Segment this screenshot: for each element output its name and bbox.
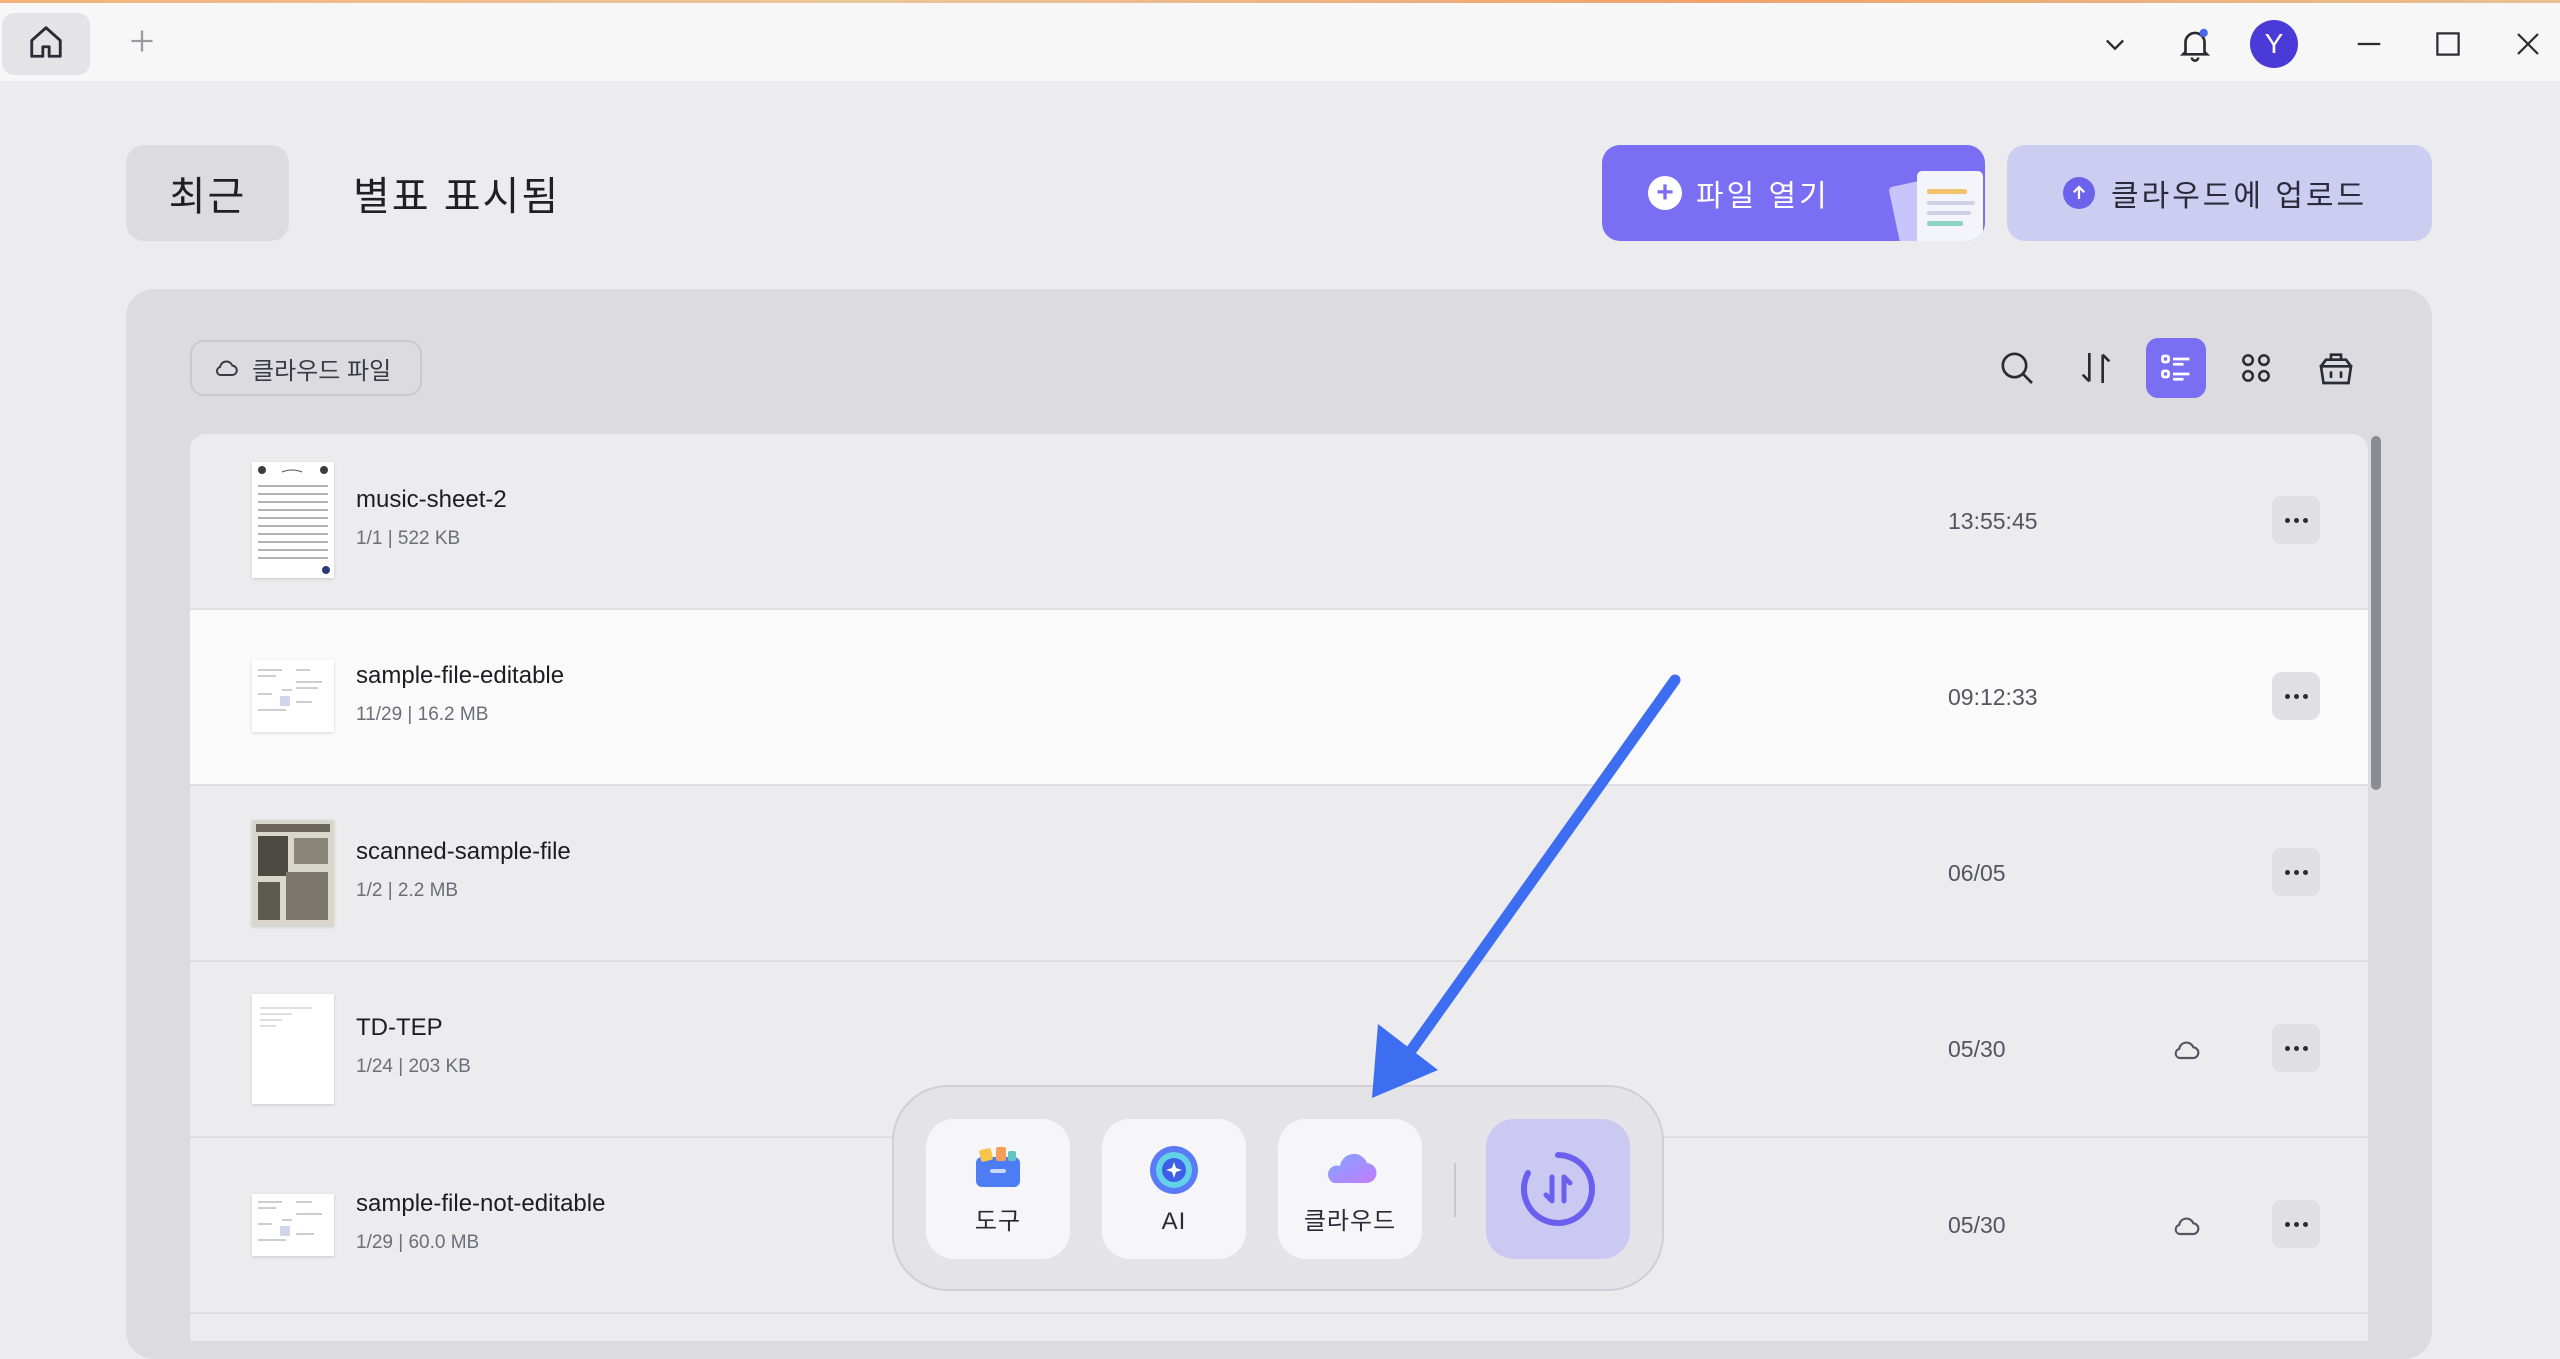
table-row[interactable]: scanned-sample-file 1/2 | 2.2 MB 06/05 bbox=[190, 786, 2368, 962]
file-thumbnail bbox=[252, 660, 334, 732]
avatar[interactable]: Y bbox=[2250, 20, 2298, 68]
convert-icon bbox=[1521, 1152, 1595, 1226]
tab-recent-label: 최근 bbox=[168, 175, 247, 219]
upload-cloud-label: 클라우드에 업로드 bbox=[2111, 180, 2368, 213]
home-icon bbox=[27, 23, 65, 66]
file-time: 13:55:45 bbox=[1948, 508, 2038, 534]
more-options-button[interactable] bbox=[2272, 672, 2320, 720]
title-bar: Y bbox=[0, 3, 2560, 81]
tab-recent[interactable]: 최근 bbox=[126, 145, 289, 241]
toolbox-icon bbox=[976, 1146, 1020, 1187]
more-options-button[interactable] bbox=[2272, 496, 2320, 544]
chevron-down-icon[interactable] bbox=[2092, 21, 2138, 67]
cloud-icon bbox=[2170, 1210, 2202, 1247]
scrollbar[interactable] bbox=[2371, 436, 2381, 790]
more-options-button[interactable] bbox=[2272, 848, 2320, 896]
dock-divider bbox=[1454, 1163, 1456, 1217]
file-meta: 1/1 | 522 KB bbox=[356, 528, 461, 549]
plus-icon bbox=[128, 27, 156, 60]
file-name[interactable]: music-sheet-2 bbox=[356, 486, 507, 514]
ai-orb-icon bbox=[1150, 1146, 1198, 1194]
tab-starred[interactable]: 별표 표시됨 bbox=[353, 145, 560, 241]
close-icon[interactable] bbox=[2505, 21, 2551, 67]
sort-icon[interactable] bbox=[2066, 338, 2126, 398]
table-row[interactable]: sample-file-editable 11/29 | 16.2 MB 09:… bbox=[190, 610, 2368, 786]
more-options-button[interactable] bbox=[2272, 1200, 2320, 1248]
bell-icon[interactable] bbox=[2172, 21, 2218, 67]
documents-illustration-icon bbox=[1889, 171, 1983, 241]
minimize-icon[interactable] bbox=[2346, 21, 2392, 67]
file-meta: 1/29 | 60.0 MB bbox=[356, 1232, 480, 1253]
file-name[interactable]: TD-TEP bbox=[356, 1014, 443, 1042]
file-name[interactable]: sample-file-not-editable bbox=[356, 1190, 605, 1218]
table-row[interactable]: music-sheet-2 1/1 | 522 KB 13:55:45 bbox=[190, 434, 2368, 610]
dock-tools-label: 도구 bbox=[974, 1207, 1022, 1235]
cloud-files-filter[interactable]: 클라우드 파일 bbox=[190, 340, 422, 396]
dock-convert-button[interactable] bbox=[1486, 1119, 1630, 1259]
dock-tools-button[interactable]: 도구 bbox=[926, 1119, 1070, 1259]
file-thumbnail bbox=[252, 994, 334, 1104]
grid-view-icon[interactable] bbox=[2226, 338, 2286, 398]
dock-ai-label: AI bbox=[1161, 1208, 1187, 1235]
file-meta: 11/29 | 16.2 MB bbox=[356, 704, 489, 725]
open-file-label: 파일 열기 bbox=[1696, 180, 1830, 213]
basket-icon[interactable] bbox=[2306, 338, 2366, 398]
avatar-initial: Y bbox=[2264, 28, 2284, 59]
bottom-dock: 도구 AI 클라우드 bbox=[892, 1085, 1664, 1291]
plus-circle-icon: + bbox=[1648, 176, 1682, 210]
file-time: 05/30 bbox=[1948, 1212, 2006, 1238]
cloud-icon bbox=[1327, 1153, 1377, 1183]
file-meta: 1/2 | 2.2 MB bbox=[356, 880, 459, 901]
tab-starred-label: 별표 표시됨 bbox=[353, 175, 561, 219]
search-icon[interactable] bbox=[1987, 338, 2047, 398]
file-thumbnail bbox=[252, 462, 334, 578]
file-meta: 1/24 | 203 KB bbox=[356, 1056, 471, 1077]
cloud-icon bbox=[2170, 1034, 2202, 1071]
file-name[interactable]: sample-file-editable bbox=[356, 662, 564, 690]
file-time: 05/30 bbox=[1948, 1036, 2006, 1062]
dock-cloud-button[interactable]: 클라우드 bbox=[1278, 1119, 1422, 1259]
more-options-button[interactable] bbox=[2272, 1024, 2320, 1072]
file-name[interactable]: scanned-sample-file bbox=[356, 838, 571, 866]
dock-ai-button[interactable]: AI bbox=[1102, 1119, 1246, 1259]
maximize-icon[interactable] bbox=[2425, 21, 2471, 67]
cloud-files-label: 클라우드 파일 bbox=[252, 357, 392, 385]
file-time: 09:12:33 bbox=[1948, 684, 2038, 710]
file-time: 06/05 bbox=[1948, 860, 2006, 886]
file-thumbnail bbox=[252, 1194, 334, 1256]
dock-cloud-label: 클라우드 bbox=[1303, 1207, 1397, 1235]
upload-icon bbox=[2063, 177, 2095, 209]
file-thumbnail bbox=[252, 820, 334, 926]
open-file-button[interactable]: + 파일 열기 bbox=[1602, 145, 1985, 241]
upload-cloud-button[interactable]: 클라우드에 업로드 bbox=[2007, 145, 2432, 241]
list-view-icon[interactable] bbox=[2146, 338, 2206, 398]
new-tab-button[interactable] bbox=[122, 23, 162, 63]
home-tab[interactable] bbox=[2, 13, 90, 75]
cloud-icon bbox=[216, 360, 238, 376]
